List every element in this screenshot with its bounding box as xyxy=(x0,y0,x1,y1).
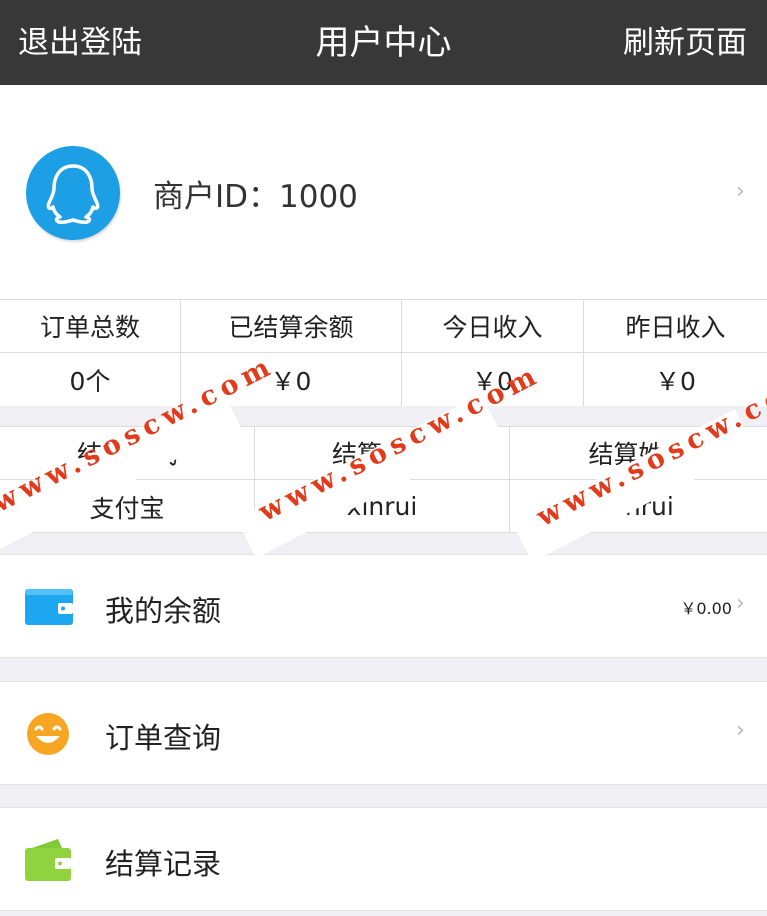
logout-link[interactable]: 退出登陆 xyxy=(18,22,142,64)
stats-value: 0个 xyxy=(0,353,181,406)
menu-item-label: 我的余额 xyxy=(105,594,222,628)
stats-header: 今日收入 xyxy=(402,300,584,353)
menu-item-label: 订单查询 xyxy=(105,721,222,755)
top-nav-bar: 退出登陆 用户中心 刷新页面 xyxy=(0,0,767,85)
menu-item-label: 结算记录 xyxy=(105,847,222,881)
wallet-icon xyxy=(25,589,73,625)
stats-header: 已结算余额 xyxy=(181,300,402,353)
avatar xyxy=(26,146,120,240)
stats-value: ￥0 xyxy=(655,366,696,396)
menu-item-settlement-records[interactable]: 结算记录 xyxy=(0,807,767,911)
qq-penguin-icon xyxy=(46,164,100,224)
green-wallet-icon xyxy=(25,839,71,881)
stats-table: 订单总数 已结算余额 今日收入 昨日收入 0个 ￥0 ￥0 ￥0 xyxy=(0,299,767,406)
chevron-right-icon: › xyxy=(736,591,745,616)
menu-item-orders[interactable]: 订单查询 › xyxy=(0,681,767,785)
profile-row[interactable]: 商户ID：1000 › xyxy=(0,85,767,299)
smiley-icon xyxy=(27,713,69,755)
menu-item-balance[interactable]: 我的余额 ￥0.00 › xyxy=(0,554,767,658)
merchant-id: 商户ID：1000 xyxy=(153,179,358,215)
balance-amount: ￥0.00 xyxy=(680,599,732,618)
stats-value: ￥0 xyxy=(402,353,584,406)
stats-header: 昨日收入 xyxy=(584,300,767,353)
stats-header: 订单总数 xyxy=(0,300,181,353)
refresh-link[interactable]: 刷新页面 xyxy=(623,22,747,64)
chevron-right-icon: › xyxy=(736,718,745,743)
chevron-right-icon: › xyxy=(736,179,745,204)
